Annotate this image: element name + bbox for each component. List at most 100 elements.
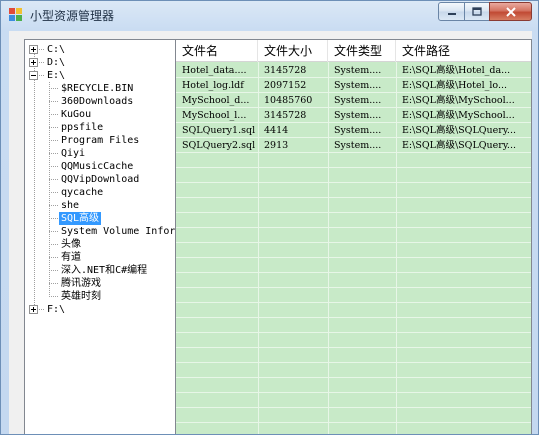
- maximize-icon: [472, 7, 482, 16]
- tree-node-folder[interactable]: SQL高级: [59, 212, 102, 225]
- list-header: 文件名 文件大小 文件类型 文件路径: [176, 40, 531, 62]
- grid-row-line: [176, 287, 531, 288]
- tree-node-drive[interactable]: E:\: [45, 69, 67, 82]
- column-header-path[interactable]: 文件路径: [396, 40, 531, 62]
- tree-connector: [49, 88, 58, 89]
- tree-node-drive[interactable]: D:\: [45, 56, 67, 69]
- file-list[interactable]: 文件名 文件大小 文件类型 文件路径 Hotel_data.... 3145728…: [175, 39, 532, 434]
- tree-node-label: she: [61, 200, 80, 211]
- tree-node-folder[interactable]: $RECYCLE.BIN: [59, 82, 135, 95]
- column-header-size[interactable]: 文件大小: [258, 40, 328, 62]
- tree-connector: [49, 257, 58, 258]
- tree-node-drive[interactable]: F:\: [45, 303, 67, 316]
- file-type-cell: System....: [334, 80, 382, 91]
- file-path-cell: E:\SQL高级\Hotel_da...: [402, 65, 511, 76]
- file-size-cell: 4414: [264, 125, 289, 136]
- tree-expander-0[interactable]: [29, 45, 38, 54]
- tree-expander-3[interactable]: [29, 305, 38, 314]
- file-name-cell: SQLQuery2.sql: [182, 140, 256, 151]
- grid-row-line: [176, 302, 531, 303]
- file-size-cell: 2097152: [264, 80, 307, 91]
- tree-node-folder[interactable]: 英雄时刻: [59, 290, 103, 303]
- minimize-button[interactable]: [438, 2, 465, 21]
- file-row[interactable]: MySchool_l... 3145728 System.... E:\SQL高级\M…: [176, 108, 531, 123]
- plus-sign: [33, 47, 34, 52]
- tree-node-label: Qiyi: [61, 148, 86, 159]
- tree-node-folder[interactable]: Qiyi: [59, 147, 87, 160]
- file-type-cell: System....: [334, 95, 382, 106]
- grid-row-line: [176, 317, 531, 318]
- tree-connector: [49, 283, 58, 284]
- grid-row-line: [176, 182, 531, 183]
- tree-node-label: 腾讯游戏: [61, 278, 101, 289]
- tree-connector: [49, 192, 58, 193]
- file-size-cell: 10485760: [264, 95, 313, 106]
- tree-node-label: QQVipDownload: [61, 174, 140, 185]
- tree-node-folder[interactable]: 腾讯游戏: [59, 277, 103, 290]
- tree-node-label: 英雄时刻: [61, 291, 101, 302]
- file-row[interactable]: SQLQuery2.sql 2913 System.... E:\SQL高级\SQLQ…: [176, 138, 531, 153]
- file-path-cell: E:\SQL高级\SQLQuery...: [402, 125, 516, 136]
- window-title: 小型资源管理器: [30, 9, 115, 23]
- tree-connector: [49, 218, 58, 219]
- tree-connector: [49, 153, 58, 154]
- tree-node-folder[interactable]: 头像: [59, 238, 83, 251]
- tree-connector: [49, 205, 58, 206]
- maximize-button[interactable]: [464, 2, 490, 21]
- tree-node-label: qycache: [61, 187, 104, 198]
- app-icon: [8, 7, 24, 23]
- tree-connector: [49, 244, 58, 245]
- column-header-name[interactable]: 文件名: [176, 40, 258, 62]
- tree-node-label: E:\: [47, 70, 66, 81]
- tree-node-folder[interactable]: 有道: [59, 251, 83, 264]
- grid-row-line: [176, 392, 531, 393]
- file-row[interactable]: Hotel_data.... 3145728 System.... E:\SQL高级\…: [176, 63, 531, 78]
- tree-node-folder[interactable]: she: [59, 199, 81, 212]
- file-name-cell: MySchool_d...: [182, 95, 250, 106]
- file-type-cell: System....: [334, 125, 382, 136]
- tree-connector: [49, 127, 58, 128]
- file-name-cell: Hotel_data....: [182, 65, 247, 76]
- file-type-cell: System....: [334, 140, 382, 151]
- file-row[interactable]: MySchool_d... 10485760 System.... E:\SQL高级\…: [176, 93, 531, 108]
- tree-node-label: F:\: [47, 304, 66, 315]
- tree-connector: [49, 270, 58, 271]
- tree-node-folder[interactable]: QQMusicCache: [59, 160, 135, 173]
- grid-row-line: [176, 197, 531, 198]
- plus-sign: [33, 307, 34, 312]
- file-row[interactable]: Hotel_log.ldf 2097152 System.... E:\SQL高级\H…: [176, 78, 531, 93]
- file-row[interactable]: SQLQuery1.sql 4414 System.... E:\SQL高级\SQLQ…: [176, 123, 531, 138]
- tree-node-folder[interactable]: 360Downloads: [59, 95, 135, 108]
- tree-node-drive[interactable]: C:\: [45, 43, 67, 56]
- tree-node-folder[interactable]: QQVipDownload: [59, 173, 141, 186]
- tree-node-folder[interactable]: KuGou: [59, 108, 93, 121]
- file-path-cell: E:\SQL高级\SQLQuery...: [402, 140, 516, 151]
- grid-row-line: [176, 272, 531, 273]
- tree-node-folder[interactable]: qycache: [59, 186, 105, 199]
- tree-node-label: ppsfile: [61, 122, 104, 133]
- grid-row-line: [176, 242, 531, 243]
- tree-expander-1[interactable]: [29, 58, 38, 67]
- tree-node-label: 360Downloads: [61, 96, 134, 107]
- tree-node-label: D:\: [47, 57, 66, 68]
- tree-expander-2[interactable]: [29, 71, 38, 80]
- tree-node-folder[interactable]: 深入.NET和C#编程: [59, 264, 149, 277]
- column-header-type[interactable]: 文件类型: [328, 40, 396, 62]
- tree-node-folder[interactable]: System Volume Information: [59, 225, 175, 238]
- tree-connector: [49, 114, 58, 115]
- tree-node-label: Program Files: [61, 135, 140, 146]
- directory-tree[interactable]: C:\ D:\ E:\ $RECYCLE.BIN 360Downloads KuGou pp…: [24, 39, 176, 434]
- title-bar[interactable]: 小型资源管理器: [1, 1, 538, 29]
- tree-node-folder[interactable]: ppsfile: [59, 121, 105, 134]
- grid-row-line: [176, 212, 531, 213]
- tree-node-label: KuGou: [61, 109, 92, 120]
- tree-connector: [49, 101, 58, 102]
- tree-connector: [49, 179, 58, 180]
- file-name-cell: SQLQuery1.sql: [182, 125, 256, 136]
- grid-row-line: [176, 347, 531, 348]
- tree-node-folder[interactable]: Program Files: [59, 134, 141, 147]
- close-button[interactable]: [489, 2, 532, 21]
- file-path-cell: E:\SQL高级\Hotel_lo...: [402, 80, 508, 91]
- caption-buttons: [438, 2, 532, 21]
- grid-row-line: [176, 407, 531, 408]
